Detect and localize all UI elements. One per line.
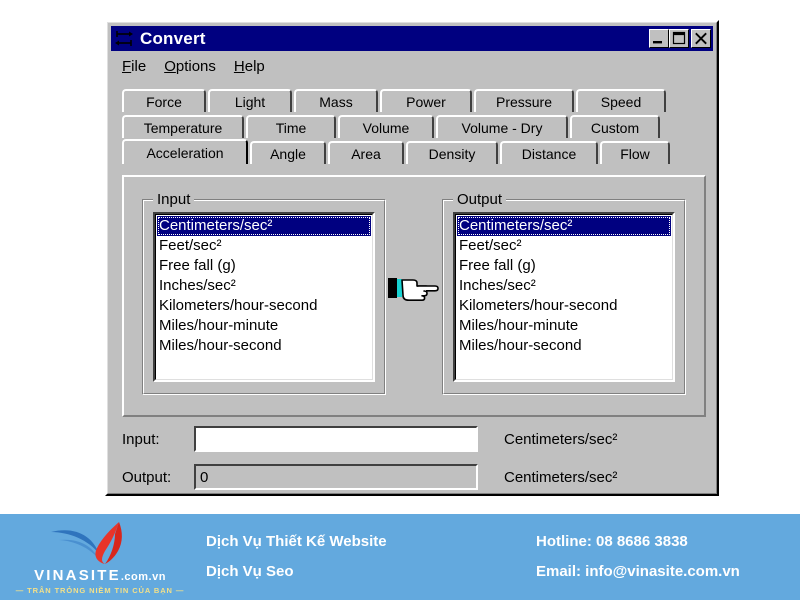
input-field-label: Input: <box>122 430 160 448</box>
list-item[interactable]: Inches/sec² <box>157 276 371 296</box>
vinasite-logo-text: VINASITE.com.vn <box>34 567 166 584</box>
list-item[interactable]: Miles/hour-minute <box>457 316 671 336</box>
tab-strip: Force Light Mass Power Pressure Speed Te… <box>122 87 706 165</box>
list-item[interactable]: Kilometers/hour-second <box>157 296 371 316</box>
service-line-1: Dịch Vụ Thiết Kế Website <box>206 533 387 550</box>
hotline-text: Hotline: 08 8686 3838 <box>536 533 688 550</box>
tab-time[interactable]: Time <box>246 115 336 138</box>
menu-item-file[interactable]: File <box>113 56 155 77</box>
menu-label-help: elp <box>244 57 265 75</box>
menu-item-help[interactable]: Help <box>225 56 274 77</box>
vinasite-logo-icon <box>45 520 155 566</box>
tab-mass[interactable]: Mass <box>294 89 378 112</box>
logo-brand: VINASITE <box>34 566 121 584</box>
menu-accel-file: F <box>122 57 132 75</box>
menu-item-options[interactable]: Options <box>155 56 225 77</box>
title-bar[interactable]: Convert <box>111 26 713 51</box>
tab-speed[interactable]: Speed <box>576 89 666 112</box>
convert-arrows-icon <box>114 30 134 48</box>
tab-temperature[interactable]: Temperature <box>122 115 244 138</box>
tab-angle[interactable]: Angle <box>250 141 326 164</box>
tab-pressure[interactable]: Pressure <box>474 89 574 112</box>
tab-flow[interactable]: Flow <box>600 141 670 164</box>
banner-contact: Hotline: 08 8686 3838 Email: info@vinasi… <box>536 527 800 587</box>
tab-volume-dry[interactable]: Volume - Dry <box>436 115 568 138</box>
vinasite-tagline: — TRÂN TRỎNG NIỀM TIN CỦA BẠN — <box>15 585 185 595</box>
list-item[interactable]: Miles/hour-second <box>457 336 671 356</box>
tab-row-2: Temperature Time Volume Volume - Dry Cus… <box>122 113 706 138</box>
list-item[interactable]: Inches/sec² <box>457 276 671 296</box>
tab-row-1: Force Light Mass Power Pressure Speed <box>122 87 706 112</box>
tab-custom[interactable]: Custom <box>570 115 660 138</box>
tab-light[interactable]: Light <box>208 89 292 112</box>
window-inner-frame: Convert File Options Help Force Light Ma… <box>107 22 717 494</box>
list-item[interactable]: Feet/sec² <box>157 236 371 256</box>
service-line-2: Dịch Vụ Seo <box>206 563 294 580</box>
maximize-button[interactable] <box>669 29 689 48</box>
list-item[interactable]: Free fall (g) <box>457 256 671 276</box>
output-unit-label: Centimeters/sec² <box>504 468 618 486</box>
conversion-fields: Input: Centimeters/sec² Output: 0 Centim… <box>122 426 706 503</box>
input-value-field[interactable] <box>194 426 478 452</box>
list-item[interactable]: Centimeters/sec² <box>157 216 371 236</box>
input-listbox-inner: Centimeters/sec² Feet/sec² Free fall (g)… <box>155 214 373 380</box>
menu-label-options: ptions <box>175 57 216 75</box>
window-title: Convert <box>140 28 206 48</box>
tab-panel: Input Centimeters/sec² Feet/sec² Free fa… <box>122 175 706 417</box>
list-item[interactable]: Free fall (g) <box>157 256 371 276</box>
input-field-row: Input: Centimeters/sec² <box>122 426 706 452</box>
list-item[interactable]: Miles/hour-second <box>157 336 371 356</box>
output-group-box: Output Centimeters/sec² Feet/sec² Free f… <box>442 191 686 395</box>
list-item[interactable]: Feet/sec² <box>457 236 671 256</box>
menu-accel-help: H <box>233 57 245 75</box>
email-text: Email: info@vinasite.com.vn <box>536 563 740 580</box>
window-controls <box>649 29 713 48</box>
menu-accel-options: O <box>164 57 176 75</box>
output-listbox-inner: Centimeters/sec² Feet/sec² Free fall (g)… <box>455 214 673 380</box>
tab-volume[interactable]: Volume <box>338 115 434 138</box>
output-unit-listbox[interactable]: Centimeters/sec² Feet/sec² Free fall (g)… <box>453 212 675 382</box>
list-item[interactable]: Miles/hour-minute <box>157 316 371 336</box>
tab-distance[interactable]: Distance <box>500 141 598 164</box>
minimize-button[interactable] <box>649 29 669 48</box>
tab-acceleration[interactable]: Acceleration <box>122 139 248 164</box>
vinasite-logo: VINASITE.com.vn — TRÂN TRỎNG NIỀM TIN CỦ… <box>0 520 200 595</box>
menu-label-file: ile <box>131 57 147 75</box>
logo-domain: .com.vn <box>120 570 166 583</box>
vinasite-banner: VINASITE.com.vn — TRÂN TRỎNG NIỀM TIN CỦ… <box>0 514 800 600</box>
tab-density[interactable]: Density <box>406 141 498 164</box>
tab-area[interactable]: Area <box>328 141 404 164</box>
tab-power[interactable]: Power <box>380 89 472 112</box>
output-value-field[interactable]: 0 <box>194 464 478 490</box>
input-unit-label: Centimeters/sec² <box>504 430 618 448</box>
input-group-box: Input Centimeters/sec² Feet/sec² Free fa… <box>142 191 386 395</box>
output-field-label: Output: <box>122 468 172 486</box>
list-item[interactable]: Centimeters/sec² <box>457 216 671 236</box>
tab-force[interactable]: Force <box>122 89 206 112</box>
input-group-label: Input <box>153 191 195 208</box>
output-field-row: Output: 0 Centimeters/sec² <box>122 464 706 490</box>
convert-window: Convert File Options Help Force Light Ma… <box>105 20 719 496</box>
banner-services: Dịch Vụ Thiết Kế Website Dịch Vụ Seo <box>200 527 536 587</box>
output-group-label: Output <box>453 191 507 208</box>
list-item[interactable]: Kilometers/hour-second <box>457 296 671 316</box>
output-value-text: 0 <box>200 468 209 486</box>
menu-bar: File Options Help <box>113 55 711 77</box>
close-button[interactable] <box>691 29 711 48</box>
input-unit-listbox[interactable]: Centimeters/sec² Feet/sec² Free fall (g)… <box>153 212 375 382</box>
tab-row-3: Acceleration Angle Area Density Distance… <box>122 139 706 164</box>
pointing-hand-icon <box>386 269 442 309</box>
